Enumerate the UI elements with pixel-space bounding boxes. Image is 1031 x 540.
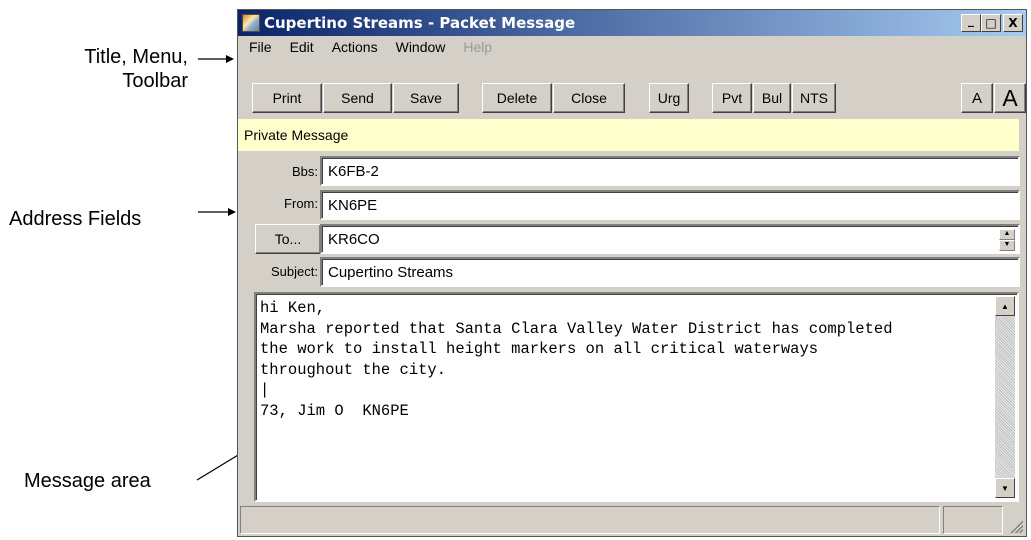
status-panel-secondary — [943, 506, 1003, 534]
urgent-button[interactable]: Urg — [649, 83, 689, 113]
bbs-label: Bbs: — [291, 164, 318, 179]
scroll-down-icon[interactable]: ▼ — [995, 478, 1015, 498]
toolbar: Print Send Save Delete Close Urg Pvt Bul… — [252, 83, 1026, 113]
private-button[interactable]: Pvt — [712, 83, 752, 113]
bbs-value: K6FB-2 — [328, 162, 379, 180]
vertical-scrollbar[interactable]: ▲ ▼ — [995, 296, 1015, 498]
status-panel-main — [240, 506, 940, 534]
send-button[interactable]: Send — [323, 83, 392, 113]
minimize-button[interactable]: _ — [961, 13, 981, 32]
to-value: KR6CO — [328, 230, 380, 248]
from-label: From: — [284, 196, 318, 211]
maximize-button[interactable]: □ — [981, 14, 1001, 32]
packet-message-window: Cupertino Streams - Packet Message _ □ X… — [237, 9, 1027, 537]
menu-bar: File Edit Actions Window Help — [238, 37, 1026, 57]
close-window-button[interactable]: X — [1003, 14, 1023, 32]
subject-label: Subject: — [271, 264, 318, 279]
bbs-field[interactable]: K6FB-2 — [320, 156, 1020, 186]
to-field[interactable]: KR6CO ▲ ▼ — [320, 224, 1020, 254]
title-bar[interactable]: Cupertino Streams - Packet Message _ □ X — [238, 10, 1026, 36]
nts-button[interactable]: NTS — [792, 83, 836, 113]
menu-help[interactable]: Help — [454, 39, 501, 55]
annotation-address-fields: Address Fields — [9, 208, 142, 230]
minimize-icon: _ — [968, 13, 974, 27]
subject-value: Cupertino Streams — [328, 263, 454, 281]
maximize-icon: □ — [985, 16, 997, 30]
menu-edit[interactable]: Edit — [281, 39, 323, 55]
window-title: Cupertino Streams - Packet Message — [264, 14, 576, 32]
annotation-title-menu-toolbar: Title, Menu, Toolbar — [55, 45, 188, 93]
spin-down-icon[interactable]: ▼ — [999, 240, 1015, 251]
menu-file[interactable]: File — [238, 39, 281, 55]
menu-window[interactable]: Window — [387, 39, 455, 55]
app-icon — [242, 14, 260, 32]
message-type-label: Private Message — [244, 127, 349, 143]
font-smaller-button[interactable]: A — [961, 83, 993, 113]
message-type-strip: Private Message — [238, 119, 1019, 151]
status-bar — [240, 506, 1024, 534]
message-body-text[interactable]: hi Ken, Marsha reported that Santa Clara… — [260, 298, 985, 421]
from-value: KN6PE — [328, 196, 378, 214]
to-field-spinner[interactable]: ▲ ▼ — [999, 229, 1015, 251]
scroll-up-icon[interactable]: ▲ — [995, 296, 1015, 316]
annotation-arrow-toolbar — [198, 55, 234, 63]
annotation-message-area: Message area — [24, 470, 151, 492]
spin-up-icon[interactable]: ▲ — [999, 229, 1015, 240]
message-body-area[interactable]: hi Ken, Marsha reported that Santa Clara… — [254, 292, 1019, 502]
font-larger-button[interactable]: A — [994, 83, 1026, 113]
from-field[interactable]: KN6PE — [320, 190, 1020, 220]
close-button[interactable]: Close — [553, 83, 625, 113]
window-controls: _ □ X — [961, 13, 1023, 32]
annotation-arrow-address — [198, 208, 236, 216]
subject-field[interactable]: Cupertino Streams — [320, 257, 1020, 287]
annotation-line1: Title, Menu, — [84, 46, 188, 68]
bulletin-button[interactable]: Bul — [753, 83, 791, 113]
to-button[interactable]: To... — [255, 224, 321, 254]
resize-grip-icon[interactable] — [1009, 519, 1023, 533]
save-button[interactable]: Save — [393, 83, 459, 113]
annotation-line2: Toolbar — [122, 70, 188, 92]
menu-actions[interactable]: Actions — [323, 39, 387, 55]
close-icon: X — [1008, 16, 1018, 30]
delete-button[interactable]: Delete — [482, 83, 552, 113]
print-button[interactable]: Print — [252, 83, 322, 113]
